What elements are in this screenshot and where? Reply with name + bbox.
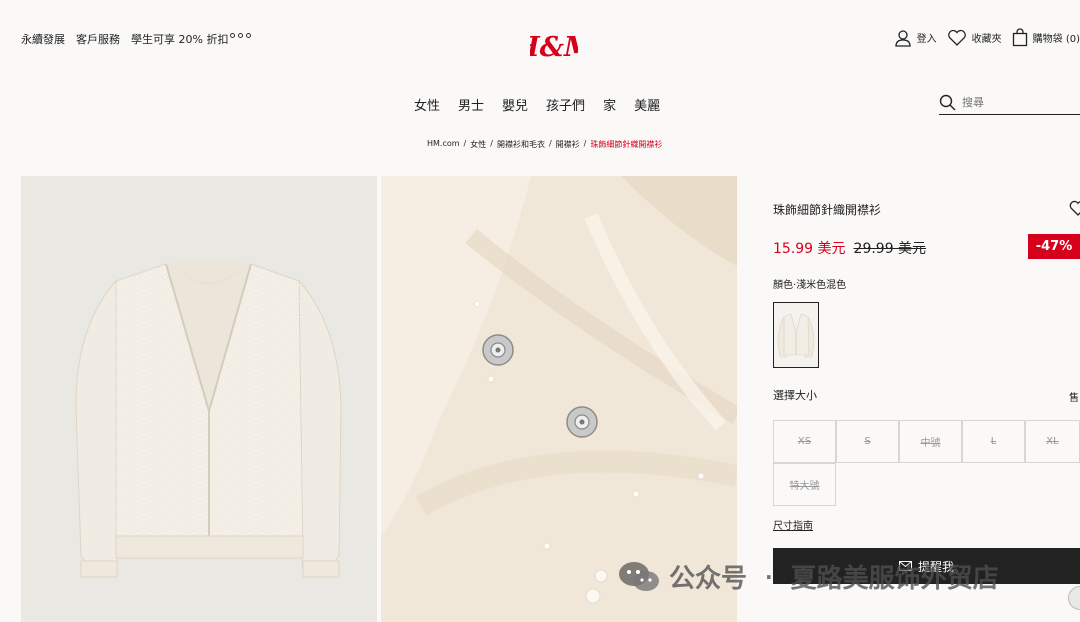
search-input[interactable] — [962, 96, 1072, 109]
breadcrumb-separator: / — [490, 139, 493, 148]
favorites-label: 收藏夾 — [971, 34, 1002, 45]
original-price: 29.99 美元 — [853, 241, 927, 257]
breadcrumb-women[interactable]: 女性 — [470, 139, 486, 150]
breadcrumb-current: 珠飾細節針織開襟衫 — [590, 140, 663, 149]
watermark-right-text: 夏路美服饰外贸店 — [790, 564, 999, 594]
utility-links: 永續發展 客戶服務 學生可享 20% 折扣 — [21, 31, 228, 47]
product-title: 珠飾細節針織開襟衫 — [773, 203, 882, 217]
size-guide-link[interactable]: 尺寸指南 — [773, 517, 813, 532]
size-option-xxl[interactable]: 特大號 — [773, 463, 836, 506]
login-label: 登入 — [916, 34, 937, 45]
nav-item-women[interactable]: 女性 — [414, 95, 440, 114]
product-image-detail[interactable] — [381, 176, 737, 622]
cardigan-illustration — [75, 260, 342, 578]
top-bar: 永續發展 客戶服務 學生可享 20% 折扣 H&M 登入 收藏夾 購物袋 (0) — [0, 0, 1080, 80]
color-label-text: 顏色 — [773, 280, 793, 291]
color-label: 顏色·淺米色混色 — [773, 276, 846, 291]
breadcrumb-cardigans[interactable]: 開襟衫 — [556, 139, 580, 150]
search-box[interactable] — [939, 91, 1080, 115]
breadcrumb-separator: / — [548, 139, 552, 148]
size-select-label: 選擇大小 — [773, 389, 817, 402]
shopping-bag-button[interactable]: 購物袋 (0) — [1012, 28, 1080, 47]
logo-text: H&M — [530, 32, 578, 63]
hm-logo[interactable]: H&M — [530, 27, 578, 65]
favorite-heart-icon[interactable] — [1069, 200, 1080, 218]
nav-item-beauty[interactable]: 美麗 — [634, 95, 660, 114]
user-icon — [895, 29, 911, 47]
wechat-icon — [619, 561, 659, 591]
sale-price: 15.99 美元 — [773, 241, 846, 257]
size-option-xl[interactable]: XL — [1025, 420, 1080, 463]
heart-icon — [947, 29, 966, 46]
discount-badge: -47% — [1028, 234, 1080, 259]
main-nav: 女性 男士 嬰兒 孩子們 家 美麗 — [414, 95, 660, 114]
breadcrumb: HM.com / 女性 / 開襟衫和毛衣 / 開襟衫 / 珠飾細節針織開襟衫 — [427, 139, 662, 150]
floating-avatar-icon[interactable] — [1068, 586, 1080, 610]
breadcrumb-cardigans-sweaters[interactable]: 開襟衫和毛衣 — [497, 139, 545, 150]
student-discount-link[interactable]: 學生可享 20% 折扣 — [131, 31, 228, 47]
nav-item-home[interactable]: 家 — [603, 95, 616, 114]
wechat-watermark: 公众号 · 夏路美服饰外贸店 — [617, 558, 999, 595]
favorites-button[interactable]: 收藏夾 — [947, 29, 1002, 47]
nav-item-men[interactable]: 男士 — [458, 95, 484, 114]
swatch-cardigan-thumbnail — [777, 313, 815, 358]
size-option-s[interactable]: S — [836, 420, 899, 463]
color-value: 淺米色混色 — [796, 280, 847, 291]
size-option-l[interactable]: L — [962, 420, 1025, 463]
snap-button-upper — [482, 334, 514, 366]
more-menu-icon[interactable] — [230, 33, 251, 38]
shopping-bag-label: 購物袋 (0) — [1032, 34, 1080, 45]
bag-icon — [1012, 28, 1027, 47]
size-option-xs[interactable]: XS — [773, 420, 836, 463]
fabric-closeup-illustration — [381, 176, 737, 622]
watermark-left-text: 公众号 — [669, 564, 748, 594]
size-side-note: 售 — [1069, 393, 1079, 404]
size-option-m[interactable]: 中號 — [899, 420, 962, 463]
login-button[interactable]: 登入 — [894, 29, 937, 47]
color-swatch[interactable] — [773, 302, 819, 368]
search-icon — [939, 94, 956, 111]
snap-button-lower — [566, 406, 598, 438]
nav-item-baby[interactable]: 嬰兒 — [502, 95, 528, 114]
watermark-dot: · — [765, 564, 773, 589]
sustainability-link[interactable]: 永續發展 — [21, 31, 65, 47]
breadcrumb-home[interactable]: HM.com — [427, 139, 460, 150]
breadcrumb-separator: / — [583, 139, 587, 148]
customer-service-link[interactable]: 客戶服務 — [76, 31, 120, 47]
price-row: 15.99 美元 29.99 美元 — [773, 238, 926, 258]
nav-item-kids[interactable]: 孩子們 — [546, 95, 585, 114]
breadcrumb-separator: / — [463, 139, 467, 148]
product-image-front[interactable] — [21, 176, 377, 622]
header-actions: 登入 收藏夾 購物袋 (0) — [884, 28, 1080, 47]
